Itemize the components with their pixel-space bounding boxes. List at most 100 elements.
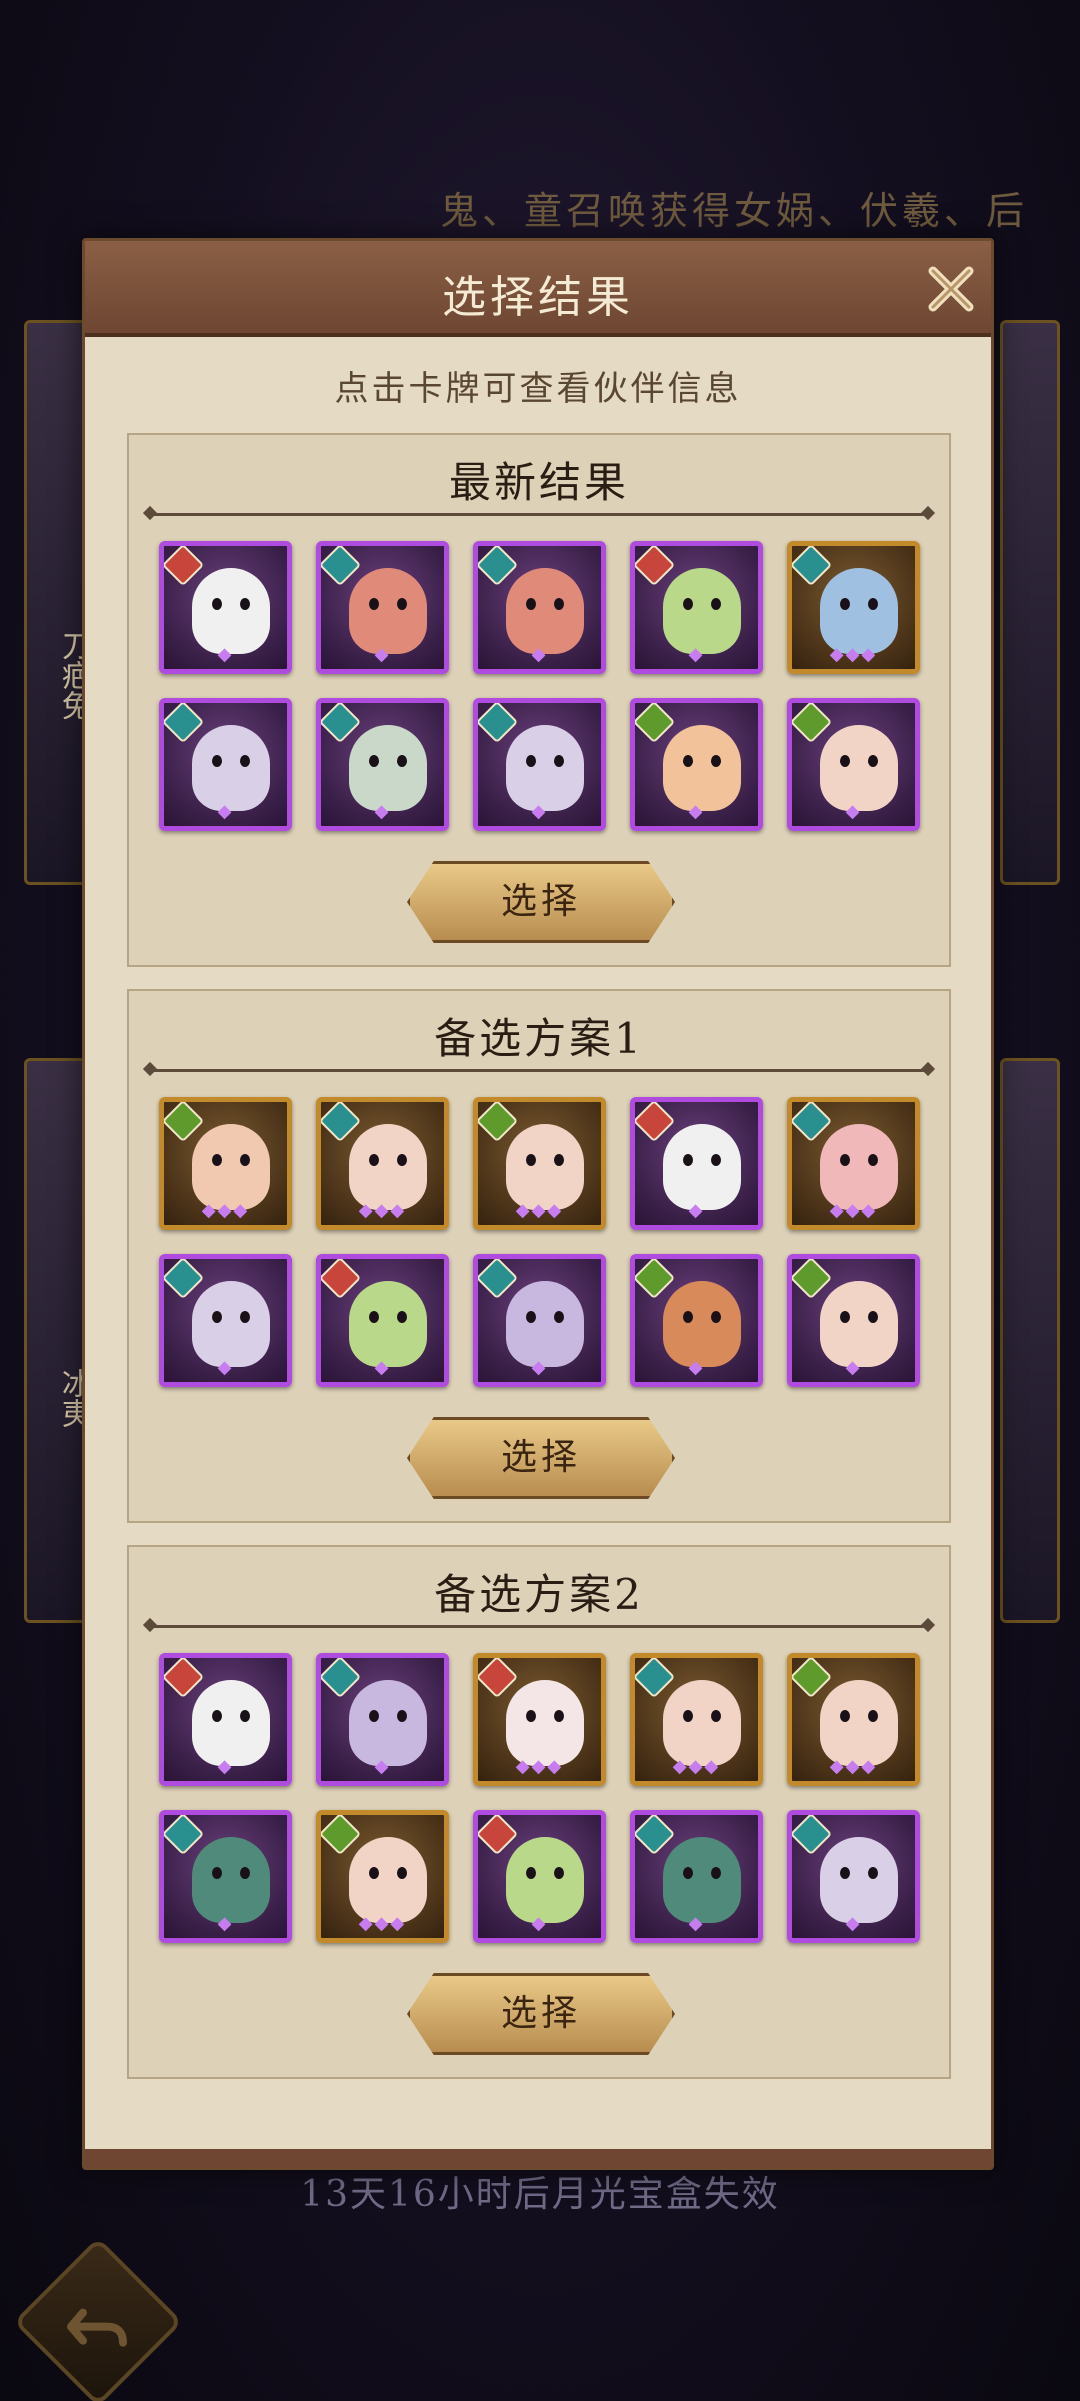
hero-card[interactable]: ◆ xyxy=(159,1810,292,1943)
select-button-alternative-2[interactable]: 选择 xyxy=(407,1973,675,2055)
dialog-bottom-border xyxy=(85,2149,991,2167)
hero-eye xyxy=(840,598,850,610)
hero-eye xyxy=(711,1867,721,1879)
card-grid: ◆ ◆ ◆ ◆ ◆◆◆ ◆ ◆ ◆ ◆ ◆ xyxy=(159,541,923,831)
hero-eye xyxy=(212,1867,222,1879)
star-drops-icon: ◆ xyxy=(845,1357,862,1378)
hero-eye xyxy=(554,1867,564,1879)
hero-portrait xyxy=(820,725,898,811)
hero-card[interactable]: ◆ xyxy=(159,698,292,831)
fire-element-icon xyxy=(164,1658,205,1699)
water-element-icon xyxy=(635,1815,676,1856)
hero-eye xyxy=(397,755,407,767)
hero-portrait xyxy=(349,725,427,811)
hero-portrait xyxy=(663,1837,741,1923)
hero-card[interactable]: ◆ xyxy=(630,698,763,831)
hero-eye xyxy=(868,1867,878,1879)
hero-card[interactable]: ◆ xyxy=(787,698,920,831)
select-button-latest[interactable]: 选择 xyxy=(407,861,675,943)
star-drops-icon: ◆◆◆ xyxy=(201,1200,250,1221)
hero-card[interactable]: ◆◆◆ xyxy=(316,1810,449,1943)
hero-portrait xyxy=(192,568,270,654)
water-element-icon xyxy=(478,1259,519,1300)
hero-card[interactable]: ◆◆◆ xyxy=(316,1097,449,1230)
section-alternative-2: 备选方案2 ◆ ◆ ◆◆◆ ◆◆◆ ◆◆◆ ◆ ◆◆◆ ◆ ◆ ◆ 选择 xyxy=(127,1545,951,2079)
star-drops-icon: ◆ xyxy=(688,1200,705,1221)
hero-portrait xyxy=(663,1680,741,1766)
hero-eye xyxy=(683,755,693,767)
hint-text: 点击卡牌可查看伙伴信息 xyxy=(334,369,742,409)
hero-card[interactable]: ◆ xyxy=(316,1254,449,1387)
hero-card[interactable]: ◆◆◆ xyxy=(787,1653,920,1786)
star-drops-icon: ◆ xyxy=(531,1357,548,1378)
hero-card[interactable]: ◆ xyxy=(630,541,763,674)
hero-eye xyxy=(868,1311,878,1323)
section-title: 最新结果 xyxy=(448,458,629,507)
hero-card[interactable]: ◆ xyxy=(159,1653,292,1786)
hero-portrait xyxy=(349,1680,427,1766)
hero-portrait xyxy=(663,725,741,811)
card-grid: ◆◆◆◆◆◆◆◆◆◆◆◆◆◆◆◆◆◆ xyxy=(159,1653,923,1943)
hero-card[interactable]: ◆◆◆ xyxy=(473,1097,606,1230)
hero-card[interactable]: ◆ xyxy=(473,1254,606,1387)
hero-eye xyxy=(240,1154,250,1166)
hero-eye xyxy=(397,1154,407,1166)
hero-portrait xyxy=(506,1124,584,1210)
back-button[interactable] xyxy=(13,2237,183,2401)
hero-card[interactable]: ◆ xyxy=(630,1254,763,1387)
hero-card[interactable]: ◆◆◆ xyxy=(159,1097,292,1230)
hero-eye xyxy=(840,1867,850,1879)
hero-eye xyxy=(240,1311,250,1323)
star-drops-icon: ◆ xyxy=(688,1913,705,1934)
hero-portrait xyxy=(192,1837,270,1923)
water-element-icon xyxy=(478,703,519,744)
hero-portrait xyxy=(506,1680,584,1766)
hero-card[interactable]: ◆ xyxy=(473,698,606,831)
hero-portrait xyxy=(192,725,270,811)
wind-element-icon xyxy=(321,1815,362,1856)
hero-eye xyxy=(868,1710,878,1722)
close-button[interactable] xyxy=(923,261,979,317)
hero-card[interactable]: ◆◆◆ xyxy=(787,1097,920,1230)
hero-card[interactable]: ◆ xyxy=(630,1097,763,1230)
hero-card[interactable]: ◆ xyxy=(473,1810,606,1943)
star-drops-icon: ◆ xyxy=(531,1913,548,1934)
hero-portrait xyxy=(820,1680,898,1766)
dialog-title: 选择结果 xyxy=(442,272,634,323)
hero-card[interactable]: ◆◆◆ xyxy=(787,541,920,674)
hero-card[interactable]: ◆ xyxy=(159,1254,292,1387)
hero-eye xyxy=(526,1154,536,1166)
hero-card[interactable]: ◆ xyxy=(159,541,292,674)
water-element-icon xyxy=(792,546,833,587)
select-button-alternative-1[interactable]: 选择 xyxy=(407,1417,675,1499)
hero-card[interactable]: ◆ xyxy=(473,541,606,674)
water-element-icon xyxy=(478,546,519,587)
hero-eye xyxy=(526,755,536,767)
hero-eye xyxy=(240,755,250,767)
back-arrow-icon xyxy=(67,2308,128,2347)
hero-card[interactable]: ◆ xyxy=(787,1810,920,1943)
star-drops-icon: ◆ xyxy=(688,801,705,822)
water-element-icon xyxy=(792,1102,833,1143)
hero-eye xyxy=(840,1710,850,1722)
hero-eye xyxy=(840,1154,850,1166)
hero-card[interactable]: ◆ xyxy=(316,1653,449,1786)
hero-card[interactable]: ◆ xyxy=(630,1810,763,1943)
hero-eye xyxy=(711,1710,721,1722)
background-card-right-2 xyxy=(1000,1058,1060,1623)
hero-eye xyxy=(526,1311,536,1323)
hero-portrait xyxy=(820,1124,898,1210)
hero-card[interactable]: ◆ xyxy=(316,698,449,831)
hero-card[interactable]: ◆ xyxy=(316,541,449,674)
star-drops-icon: ◆◆◆ xyxy=(358,1200,407,1221)
star-drops-icon: ◆ xyxy=(217,1756,234,1777)
water-element-icon xyxy=(164,1815,205,1856)
wind-element-icon xyxy=(635,703,676,744)
hero-card[interactable]: ◆◆◆ xyxy=(473,1653,606,1786)
hero-portrait xyxy=(192,1680,270,1766)
hero-eye xyxy=(212,1710,222,1722)
hero-eye xyxy=(868,1154,878,1166)
hero-card[interactable]: ◆◆◆ xyxy=(630,1653,763,1786)
hero-card[interactable]: ◆ xyxy=(787,1254,920,1387)
star-drops-icon: ◆◆◆ xyxy=(358,1913,407,1934)
